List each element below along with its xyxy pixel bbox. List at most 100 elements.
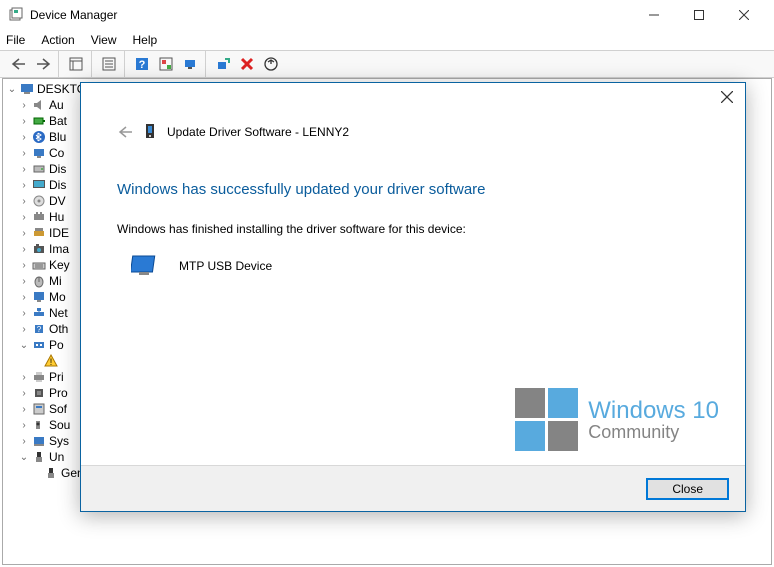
mtp-device-icon	[131, 254, 159, 278]
tree-item-label: Net	[49, 306, 68, 320]
ide-icon	[31, 225, 47, 241]
toolbar: ?	[0, 50, 774, 78]
tree-item-label: Po	[49, 338, 64, 352]
expand-icon[interactable]: ›	[17, 164, 31, 175]
back-arrow-icon[interactable]	[117, 125, 133, 139]
menu-view[interactable]: View	[91, 33, 117, 47]
expand-icon[interactable]: ›	[17, 436, 31, 447]
expand-icon[interactable]: ›	[17, 388, 31, 399]
tree-item-label: Blu	[49, 130, 66, 144]
tree-item-label: Hu	[49, 210, 64, 224]
expand-icon[interactable]: ›	[17, 404, 31, 415]
tree-item-label: Key	[49, 258, 70, 272]
svg-text:?: ?	[139, 59, 146, 71]
show-hide-tree-button[interactable]	[65, 53, 87, 75]
disk-icon	[31, 161, 47, 177]
keyboard-icon	[31, 257, 47, 273]
close-button[interactable]	[721, 0, 766, 30]
minimize-button[interactable]	[631, 0, 676, 30]
back-button[interactable]	[8, 53, 30, 75]
collapse-icon[interactable]: ⌄	[17, 340, 31, 351]
window-controls	[631, 0, 766, 30]
port-icon	[31, 337, 47, 353]
watermark-line2: Community	[588, 423, 719, 441]
expand-icon[interactable]: ›	[17, 196, 31, 207]
expand-icon[interactable]: ›	[17, 244, 31, 255]
tree-item-label: Dis	[49, 162, 66, 176]
collapse-icon[interactable]: ⌄	[17, 452, 31, 463]
network-icon	[31, 305, 47, 321]
dvd-icon	[31, 193, 47, 209]
collapse-icon[interactable]: ⌄	[5, 84, 19, 95]
processor-icon	[31, 385, 47, 401]
tree-item-label: Co	[49, 146, 64, 160]
watermark-line1: Windows 10	[588, 399, 719, 423]
monitor-icon	[31, 289, 47, 305]
expand-icon[interactable]: ›	[17, 276, 31, 287]
software-icon	[31, 401, 47, 417]
tree-item-label: Mo	[49, 290, 66, 304]
computer-icon	[31, 145, 47, 161]
system-icon	[31, 433, 47, 449]
dialog-button-bar: Close	[81, 465, 745, 511]
expand-icon[interactable]: ›	[17, 132, 31, 143]
expand-icon[interactable]: ›	[17, 228, 31, 239]
expand-icon[interactable]: ›	[17, 180, 31, 191]
tree-item-label: Pri	[49, 370, 64, 384]
device-name: MTP USB Device	[179, 259, 272, 273]
tree-item-label: Oth	[49, 322, 68, 336]
forward-button[interactable]	[32, 53, 54, 75]
tree-item-label: Bat	[49, 114, 67, 128]
bluetooth-icon	[31, 129, 47, 145]
tree-item-label: Un	[49, 450, 64, 464]
dialog-heading: Windows has successfully updated your dr…	[117, 181, 709, 198]
menu-help[interactable]: Help	[133, 33, 158, 47]
usb-icon	[31, 449, 47, 465]
expand-icon[interactable]: ›	[17, 372, 31, 383]
tree-item-label: Au	[49, 98, 64, 112]
expand-icon[interactable]: ›	[17, 292, 31, 303]
hid-icon	[31, 209, 47, 225]
warning-icon: !	[43, 353, 59, 369]
tree-item-label: DV	[49, 194, 66, 208]
battery-icon	[31, 113, 47, 129]
menu-action[interactable]: Action	[41, 33, 74, 47]
app-icon	[8, 7, 24, 23]
tree-item-label: Sys	[49, 434, 69, 448]
update-driver-button[interactable]	[179, 53, 201, 75]
disable-button[interactable]	[260, 53, 282, 75]
tree-item-label: IDE	[49, 226, 69, 240]
help-button[interactable]: ?	[131, 53, 153, 75]
tree-item-label: Pro	[49, 386, 68, 400]
uninstall-button[interactable]	[236, 53, 258, 75]
expand-icon[interactable]: ›	[17, 308, 31, 319]
tree-item-label: Sou	[49, 418, 70, 432]
svg-text:!: !	[50, 357, 53, 367]
other-icon: ?	[31, 321, 47, 337]
tree-item-label: Ima	[49, 242, 69, 256]
usb-icon	[43, 465, 59, 481]
expand-icon[interactable]: ›	[17, 324, 31, 335]
menubar: File Action View Help	[0, 30, 774, 50]
expand-icon[interactable]: ›	[17, 260, 31, 271]
properties-button[interactable]	[98, 53, 120, 75]
menu-file[interactable]: File	[6, 33, 25, 47]
expand-icon[interactable]: ›	[17, 420, 31, 431]
window-title: Device Manager	[30, 8, 631, 22]
maximize-button[interactable]	[676, 0, 721, 30]
expand-icon[interactable]: ›	[17, 148, 31, 159]
device-row: MTP USB Device	[131, 254, 709, 278]
mouse-icon	[31, 273, 47, 289]
expand-icon[interactable]: ›	[17, 212, 31, 223]
close-button[interactable]: Close	[646, 478, 729, 500]
expand-icon[interactable]: ›	[17, 100, 31, 111]
scan-hardware-button[interactable]	[212, 53, 234, 75]
tree-item-label: Sof	[49, 402, 67, 416]
expand-icon[interactable]: ›	[17, 116, 31, 127]
dialog-title: Update Driver Software - LENNY2	[167, 125, 349, 139]
display-icon	[31, 177, 47, 193]
printer-icon	[31, 369, 47, 385]
tree-item-label: Mi	[49, 274, 62, 288]
watermark: Windows 10 Community	[515, 388, 719, 451]
tb-icon-2[interactable]	[155, 53, 177, 75]
